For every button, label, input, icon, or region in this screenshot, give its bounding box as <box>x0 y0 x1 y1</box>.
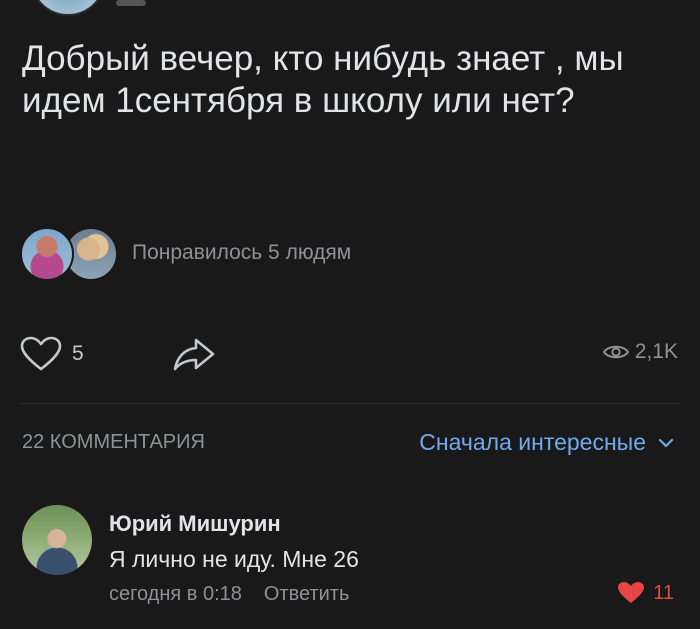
heart-outline-icon <box>20 336 62 371</box>
comments-header: 22 КОММЕНТАРИЯ Сначала интересные <box>22 425 678 461</box>
share-arrow-icon <box>173 338 215 371</box>
comment-text: Я лично не иду. Мне 26 <box>109 546 359 572</box>
comment-like-button[interactable]: 11 <box>617 581 674 605</box>
comment-time: сегодня в 0:18 <box>109 583 242 605</box>
sort-label: Сначала интересные <box>419 429 646 455</box>
post-meta <box>116 0 146 6</box>
comment-item: Юрий Мишурин Я лично не иду. Мне 26 сего… <box>22 505 678 615</box>
comments-count: 22 КОММЕНТАРИЯ <box>22 431 205 453</box>
comment-meta: сегодня в 0:18 Ответить <box>109 583 349 606</box>
like-button[interactable]: 5 <box>20 336 84 372</box>
comment-author-avatar[interactable] <box>22 505 92 575</box>
liker-avatars <box>20 227 120 281</box>
views-counter: 2,1K <box>602 340 678 364</box>
post-actions: 5 2,1K <box>20 330 680 378</box>
likes-summary[interactable]: Понравилось 5 людям <box>20 226 352 281</box>
likes-summary-text: Понравилось 5 людям <box>132 241 352 264</box>
post-author-avatar[interactable] <box>30 0 106 16</box>
views-count: 2,1K <box>634 340 678 363</box>
comment-like-count: 11 <box>653 581 674 604</box>
chevron-down-icon <box>658 438 674 447</box>
sort-dropdown[interactable]: Сначала интересные <box>419 429 674 456</box>
reply-button[interactable]: Ответить <box>264 583 350 606</box>
like-count: 5 <box>72 342 84 365</box>
liker-avatar <box>20 227 74 281</box>
share-button[interactable] <box>172 336 216 377</box>
divider <box>20 403 680 404</box>
post-text: Добрый вечер, кто нибудь знает , мы идем… <box>22 39 624 120</box>
comment-author[interactable]: Юрий Мишурин <box>109 511 281 537</box>
eye-icon <box>602 345 629 359</box>
heart-filled-icon <box>618 582 645 603</box>
